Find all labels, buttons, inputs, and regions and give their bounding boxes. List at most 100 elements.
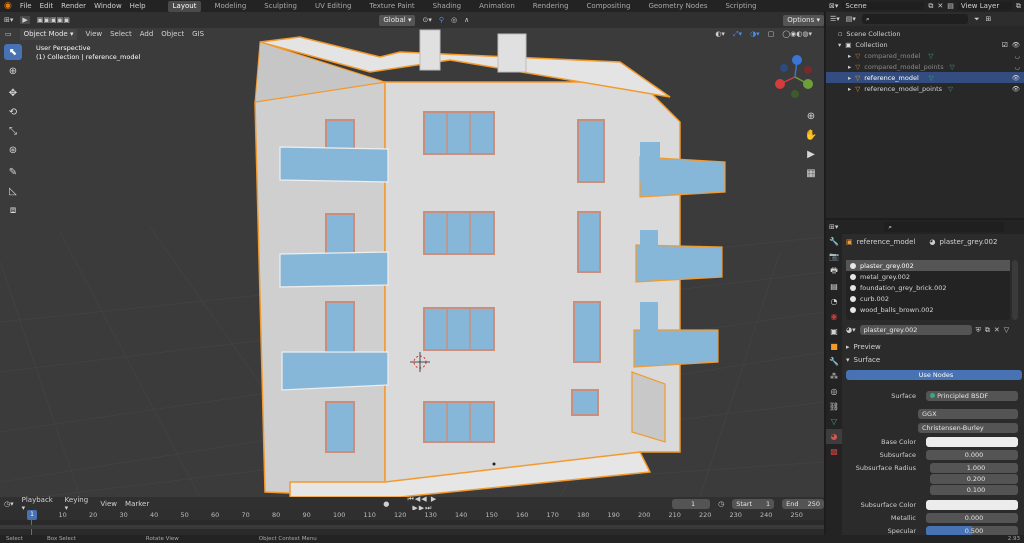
outliner-row-compared-model[interactable]: ▸ ▽ compared_model ▽ ◡	[826, 50, 1024, 61]
subsurface-color-swatch[interactable]	[926, 500, 1018, 510]
world-tab-icon[interactable]: ◉	[826, 309, 842, 324]
delete-scene-icon[interactable]: ✕	[937, 2, 943, 10]
outliner-editor-icon[interactable]: ☰▾	[830, 15, 840, 23]
properties-search-input[interactable]: ⌕	[884, 222, 1005, 232]
menu-window[interactable]: Window	[94, 2, 122, 10]
outliner-row-reference-model-points[interactable]: ▸ ▽ reference_model_points ▽ 👁	[826, 83, 1024, 94]
view-layer-icon[interactable]: ▤	[947, 2, 954, 10]
blender-logo-icon[interactable]: ◉	[4, 1, 12, 11]
perspective-grid-icon[interactable]: ▦	[804, 167, 818, 181]
tab-compositing[interactable]: Compositing	[582, 1, 636, 12]
gizmo-z-icon[interactable]	[792, 55, 802, 65]
expand-arrow-icon[interactable]: ▸	[848, 52, 851, 60]
tab-sculpting[interactable]: Sculpting	[259, 1, 302, 12]
display-mode-icon[interactable]: ▤▾	[846, 15, 856, 23]
modifier-tab-icon[interactable]: 🔧	[826, 354, 842, 369]
eye-icon[interactable]: 👁	[1012, 74, 1020, 82]
gizmo-x-icon[interactable]	[775, 79, 785, 89]
start-frame-field[interactable]: Start 1	[732, 498, 775, 509]
unlink-material-icon[interactable]: ✕	[994, 326, 1000, 334]
marker-menu[interactable]: Marker	[125, 500, 149, 508]
record-icon[interactable]: ●	[383, 500, 389, 508]
material-datablock-field[interactable]: plaster_grey.002	[859, 325, 972, 335]
scene-tab-icon[interactable]: ◔	[826, 294, 842, 309]
subsurface-field[interactable]: 0.000	[926, 450, 1018, 460]
tab-texture-paint[interactable]: Texture Paint	[365, 1, 420, 12]
filter-icon[interactable]: ⏷	[974, 15, 980, 24]
constraints-tab-icon[interactable]: ⛓	[826, 399, 842, 414]
subsurface-method-dropdown[interactable]: Christensen-Burley	[918, 423, 1018, 433]
material-slot[interactable]: metal_grey.002	[846, 271, 1010, 282]
scene-name[interactable]: Scene	[842, 2, 925, 10]
expand-arrow-icon[interactable]: ▾	[838, 41, 841, 49]
view-layer-tab-icon[interactable]: ▤	[826, 279, 842, 294]
eye-closed-icon[interactable]: ◡	[1014, 63, 1020, 71]
base-color-swatch[interactable]	[926, 437, 1018, 447]
eye-icon[interactable]: 👁	[1012, 41, 1020, 49]
tool-tab-icon[interactable]: 🔧	[826, 234, 842, 249]
menu-render[interactable]: Render	[61, 2, 86, 10]
collection-tab-icon[interactable]: ▣	[826, 324, 842, 339]
expand-arrow-icon[interactable]: ▸	[848, 74, 851, 82]
timeline-scrollbar[interactable]	[0, 525, 824, 529]
distribution-dropdown[interactable]: GGX	[918, 409, 1018, 419]
properties-editor-icon[interactable]: ⊞▾	[829, 223, 838, 231]
render-tab-icon[interactable]: 📷	[826, 249, 842, 264]
eye-icon[interactable]: 👁	[1012, 85, 1020, 93]
outliner-row-compared-model-points[interactable]: ▸ ▽ compared_model_points ▽ ◡	[826, 61, 1024, 72]
data-tab-icon[interactable]: ▽	[826, 414, 842, 429]
subsurface-radius-z-field[interactable]: 0.100	[930, 485, 1018, 495]
tab-layout[interactable]: Layout	[167, 0, 202, 12]
end-frame-field[interactable]: End 250	[782, 498, 824, 509]
output-tab-icon[interactable]: 🖶	[826, 264, 842, 279]
tab-scripting[interactable]: Scripting	[720, 1, 761, 12]
scene-icon[interactable]: ⊠▾	[829, 2, 838, 10]
object-tab-icon[interactable]: ■	[826, 339, 842, 354]
current-frame-field[interactable]: 1	[671, 498, 711, 509]
surface-shader-field[interactable]: Principled BSDF	[926, 391, 1018, 401]
eye-closed-icon[interactable]: ◡	[1014, 52, 1020, 60]
subsurface-radius-x-field[interactable]: 1.000	[930, 463, 1018, 473]
outliner-row-scene-collection[interactable]: ▫ Scene Collection	[826, 28, 1024, 39]
menu-file[interactable]: File	[20, 2, 32, 10]
particles-tab-icon[interactable]: ⁂	[826, 369, 842, 384]
checkbox-icon[interactable]: ☑	[1002, 41, 1008, 49]
preview-panel-header[interactable]: ▸ Preview	[846, 343, 881, 351]
timeline-view-menu[interactable]: View	[100, 500, 117, 508]
outliner-row-collection[interactable]: ▾ ▣ Collection ☑ 👁	[826, 39, 1024, 50]
copy-material-icon[interactable]: ⧉	[985, 326, 990, 335]
camera-view-icon[interactable]: ▶	[804, 148, 818, 162]
tab-animation[interactable]: Animation	[474, 1, 520, 12]
tab-shading[interactable]: Shading	[428, 1, 466, 12]
subsurface-radius-y-field[interactable]: 0.200	[930, 474, 1018, 484]
pan-hand-icon[interactable]: ✋	[804, 129, 818, 143]
outliner-row-reference-model[interactable]: ▸ ▽ reference_model ▽ 👁	[826, 72, 1024, 83]
use-nodes-button[interactable]: Use Nodes	[846, 370, 1022, 380]
navigation-gizmo[interactable]	[770, 52, 820, 102]
new-view-layer-icon[interactable]: ⧉	[1016, 2, 1021, 11]
material-slot[interactable]: wood_balls_brown.002	[846, 304, 1010, 315]
new-scene-icon[interactable]: ⧉	[928, 2, 933, 11]
3d-viewport[interactable]: ⊞▾ ▶ ▣▣▣▣▣ Global ▾ ⊙▾ ⚲ ◎ ∧ Options ▾ ▭…	[0, 12, 824, 497]
preview-range-icon[interactable]: ◷	[718, 500, 724, 508]
material-list-scrollbar[interactable]	[1012, 260, 1018, 320]
fake-user-icon[interactable]: ⛨	[976, 326, 981, 335]
tab-geometry-nodes[interactable]: Geometry Nodes	[643, 1, 712, 12]
material-slot[interactable]: plaster_grey.002	[846, 260, 1010, 271]
menu-help[interactable]: Help	[130, 2, 146, 10]
outliner-search-input[interactable]: ⌕	[861, 14, 968, 24]
gizmo-y-icon[interactable]	[803, 79, 813, 89]
surface-panel-header[interactable]: ▾ Surface	[846, 356, 880, 364]
tab-uv-editing[interactable]: UV Editing	[310, 1, 357, 12]
expand-arrow-icon[interactable]: ▸	[848, 85, 851, 93]
tab-modeling[interactable]: Modeling	[209, 1, 251, 12]
menu-edit[interactable]: Edit	[40, 2, 54, 10]
material-slot[interactable]: foundation_grey_brick.002	[846, 282, 1010, 293]
material-slot-list[interactable]: plaster_grey.002 metal_grey.002 foundati…	[846, 260, 1010, 320]
timeline-editor-icon[interactable]: ◷▾	[4, 500, 14, 508]
zoom-icon[interactable]: ⊕	[804, 110, 818, 124]
material-slot[interactable]: curb.002	[846, 293, 1010, 304]
tab-rendering[interactable]: Rendering	[528, 1, 574, 12]
expand-arrow-icon[interactable]: ▸	[848, 63, 851, 71]
new-collection-icon[interactable]: ⊞	[986, 15, 992, 23]
